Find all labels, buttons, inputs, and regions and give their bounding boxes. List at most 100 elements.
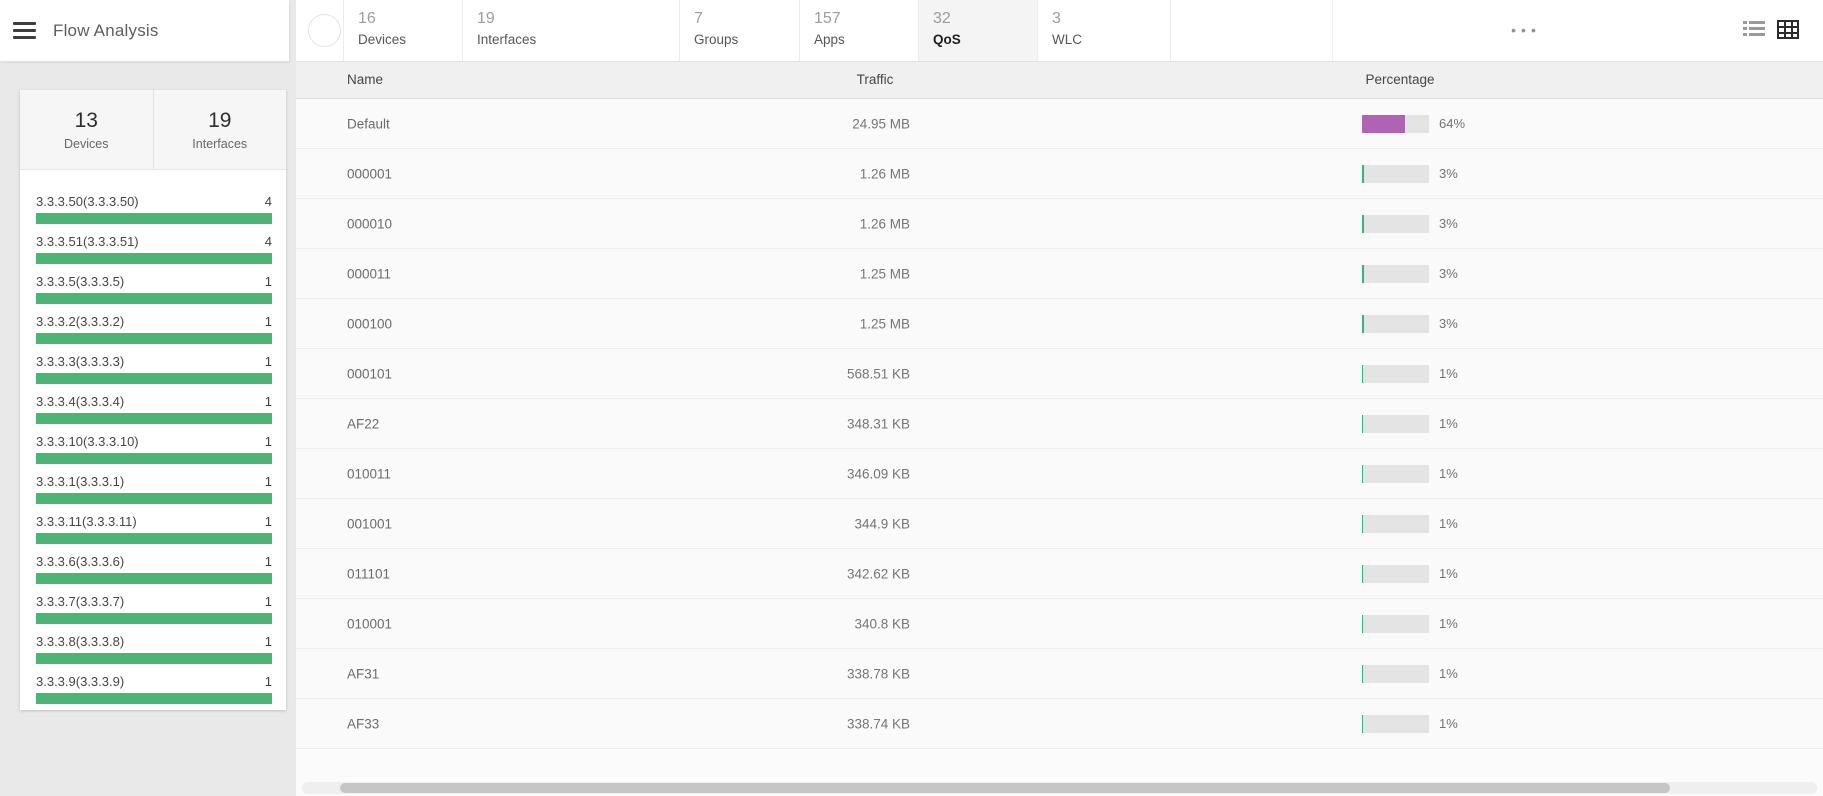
column-header-percentage[interactable]: Percentage <box>1300 62 1500 98</box>
cell-traffic: 1.25 MB <box>714 266 910 281</box>
scrollbar-thumb[interactable] <box>340 783 1670 793</box>
cell-name: 000010 <box>347 216 392 231</box>
device-list-item[interactable]: 3.3.3.4(3.3.3.4) 1 <box>36 394 272 434</box>
cell-name: 000001 <box>347 166 392 181</box>
tab-groups[interactable]: 7 Groups <box>680 0 800 61</box>
device-count: 4 <box>265 234 272 249</box>
cell-name: 000100 <box>347 316 392 331</box>
device-usage-bar <box>36 533 272 544</box>
percentage-bar-fill <box>1362 165 1364 183</box>
percentage-bar-fill <box>1362 115 1405 133</box>
device-list-item[interactable]: 3.3.3.50(3.3.3.50) 4 <box>36 194 272 234</box>
table-row: Default 24.95 MB 64% <box>296 99 1823 149</box>
device-count: 1 <box>265 474 272 489</box>
cell-name: 000011 <box>347 266 391 281</box>
device-list-item[interactable]: 3.3.3.8(3.3.3.8) 1 <box>36 634 272 674</box>
device-list-item[interactable]: 3.3.3.5(3.3.3.5) 1 <box>36 274 272 314</box>
tab-count: 19 <box>477 9 679 29</box>
table-row: 001001 344.9 KB 1% <box>296 499 1823 549</box>
column-header-traffic[interactable]: Traffic <box>775 62 975 98</box>
percentage-bar-track <box>1362 115 1429 133</box>
percentage-bar-fill <box>1362 265 1364 283</box>
table-row: 000010 1.26 MB 3% <box>296 199 1823 249</box>
percentage-label: 1% <box>1439 466 1458 481</box>
tab-qos[interactable]: 32 QoS <box>919 0 1038 61</box>
tab-interfaces[interactable]: 19 Interfaces <box>463 0 680 61</box>
more-options-button[interactable]: ••• <box>1500 22 1552 38</box>
cell-percentage: 3% <box>1362 215 1458 233</box>
device-usage-bar <box>36 573 272 584</box>
tab-label: WLC <box>1052 32 1170 47</box>
device-usage-bar <box>36 413 272 424</box>
device-name: 3.3.3.4(3.3.3.4) <box>36 394 124 409</box>
device-list-item[interactable]: 3.3.3.2(3.3.3.2) 1 <box>36 314 272 354</box>
tab-label: Interfaces <box>477 32 679 47</box>
percentage-bar-fill <box>1362 615 1363 633</box>
device-name: 3.3.3.10(3.3.3.10) <box>36 434 139 449</box>
device-list-item[interactable]: 3.3.3.11(3.3.3.11) 1 <box>36 514 272 554</box>
percentage-bar-track <box>1362 565 1429 583</box>
chart-toggle-circle-icon[interactable] <box>308 14 341 47</box>
device-name: 3.3.3.50(3.3.3.50) <box>36 194 139 209</box>
cell-traffic: 338.74 KB <box>714 716 910 731</box>
cell-percentage: 1% <box>1362 415 1458 433</box>
tab-count: 7 <box>694 9 799 29</box>
device-name: 3.3.3.3(3.3.3.3) <box>36 354 124 369</box>
summary-counter[interactable]: 19 Interfaces <box>153 90 287 169</box>
percentage-bar-track <box>1362 215 1429 233</box>
device-name: 3.3.3.1(3.3.3.1) <box>36 474 124 489</box>
tab-apps[interactable]: 157 Apps <box>800 0 919 61</box>
device-list-item[interactable]: 3.3.3.9(3.3.3.9) 1 <box>36 674 272 714</box>
summary-counter[interactable]: 13 Devices <box>20 90 153 169</box>
device-usage-bar <box>36 453 272 464</box>
device-count: 1 <box>265 634 272 649</box>
device-usage-bar <box>36 253 272 264</box>
device-list-item[interactable]: 3.3.3.1(3.3.3.1) 1 <box>36 474 272 514</box>
cell-traffic: 342.62 KB <box>714 566 910 581</box>
counter-label: Interfaces <box>192 137 247 151</box>
cell-percentage: 1% <box>1362 515 1458 533</box>
hamburger-menu-icon[interactable] <box>13 22 36 39</box>
device-name: 3.3.3.9(3.3.3.9) <box>36 674 124 689</box>
cell-name: 010011 <box>347 466 391 481</box>
cell-name: 011101 <box>347 566 390 581</box>
cell-traffic: 1.26 MB <box>714 166 910 181</box>
device-count: 1 <box>265 434 272 449</box>
device-usage-bar <box>36 613 272 624</box>
tab-devices[interactable]: 16 Devices <box>343 0 463 61</box>
cell-traffic: 24.95 MB <box>714 116 910 131</box>
percentage-bar-track <box>1362 515 1429 533</box>
table-row: 010001 340.8 KB 1% <box>296 599 1823 649</box>
cell-percentage: 1% <box>1362 665 1458 683</box>
device-list-item[interactable]: 3.3.3.3(3.3.3.3) 1 <box>36 354 272 394</box>
percentage-label: 64% <box>1439 116 1465 131</box>
table-row: 000011 1.25 MB 3% <box>296 249 1823 299</box>
device-name: 3.3.3.2(3.3.3.2) <box>36 314 124 329</box>
device-name: 3.3.3.7(3.3.3.7) <box>36 594 124 609</box>
horizontal-scrollbar[interactable] <box>302 782 1817 794</box>
device-list-item[interactable]: 3.3.3.51(3.3.3.51) 4 <box>36 234 272 274</box>
table-row: 000001 1.26 MB 3% <box>296 149 1823 199</box>
cell-name: Default <box>347 116 390 131</box>
device-list-item[interactable]: 3.3.3.7(3.3.3.7) 1 <box>36 594 272 634</box>
view-toggle-group <box>1743 20 1799 40</box>
tab-count: 16 <box>358 9 462 29</box>
device-count: 4 <box>265 194 272 209</box>
device-list-item[interactable]: 3.3.3.6(3.3.3.6) 1 <box>36 554 272 594</box>
device-list-item[interactable]: 3.3.3.10(3.3.3.10) 1 <box>36 434 272 474</box>
cell-traffic: 1.26 MB <box>714 216 910 231</box>
percentage-bar-track <box>1362 465 1429 483</box>
device-count: 1 <box>265 274 272 289</box>
percentage-label: 1% <box>1439 666 1458 681</box>
device-usage-bar <box>36 213 272 224</box>
cell-percentage: 1% <box>1362 615 1458 633</box>
percentage-bar-track <box>1362 415 1429 433</box>
column-header-name[interactable]: Name <box>347 62 383 98</box>
tab-count: 3 <box>1052 9 1170 29</box>
cell-percentage: 3% <box>1362 165 1458 183</box>
device-list: 3.3.3.50(3.3.3.50) 4 3.3.3.51(3.3.3.51) … <box>20 170 286 714</box>
tab-wlc[interactable]: 3 WLC <box>1038 0 1171 61</box>
table-view-icon[interactable] <box>1777 20 1799 40</box>
list-view-icon[interactable] <box>1743 20 1765 40</box>
table-header-row: Name Traffic Percentage <box>296 62 1823 99</box>
